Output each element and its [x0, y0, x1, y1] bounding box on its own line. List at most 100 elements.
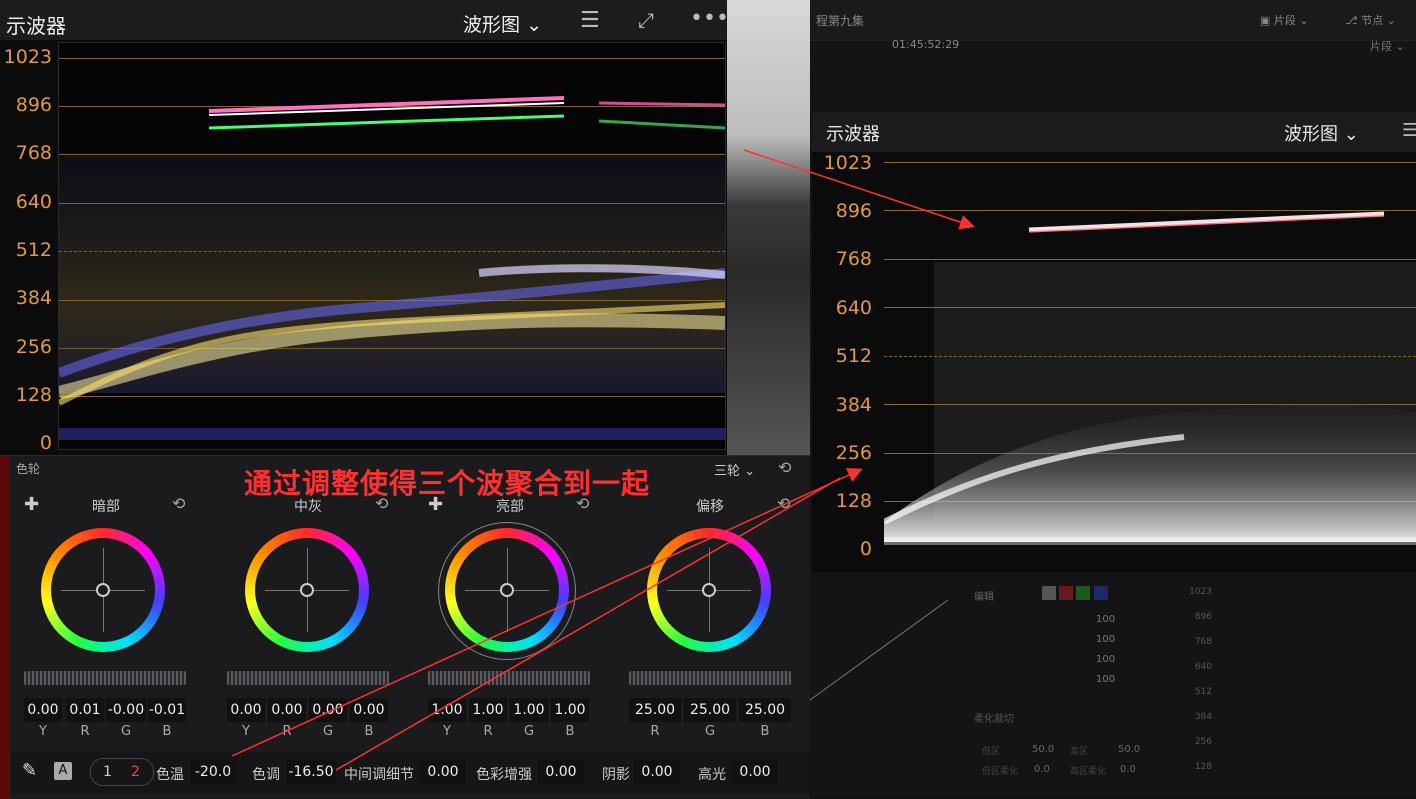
channel-value[interactable]: 100	[1096, 674, 1115, 685]
settings-sliders-icon[interactable]: ☰	[580, 8, 600, 33]
high-soft-value[interactable]: 0.0	[1120, 764, 1136, 775]
chan-label: R	[282, 724, 292, 739]
reset-icon[interactable]: ⟲	[172, 494, 185, 513]
tint-label: 色调	[252, 767, 280, 783]
color-wheel-midtones[interactable]	[245, 528, 369, 652]
soft-clip-label: 柔化裁切	[974, 714, 1014, 725]
color-wheels-panel: 色轮 三轮 ⌄ ⟲ ✚ 暗部 ⟲ 中灰 ⟲ ✚ 亮部 ⟲ 偏移 ⟲ 0.00 0…	[0, 455, 810, 799]
value-g[interactable]: 1.00	[510, 698, 548, 722]
y-tick-label: 384	[835, 394, 872, 416]
value-r[interactable]: 25.00	[629, 698, 681, 722]
node-dropdown[interactable]: ⎇ 节点 ⌄	[1345, 12, 1396, 28]
master-slider-shadows[interactable]	[24, 671, 186, 685]
tint-field[interactable]: -16.50	[286, 760, 336, 784]
eyedropper-icon[interactable]: ✎	[22, 760, 37, 781]
clip-dropdown[interactable]: ▣ 片段 ⌄	[1260, 12, 1309, 28]
midtone-detail-label: 中间调细节	[344, 767, 414, 783]
chan-label: G	[523, 724, 535, 739]
value-g[interactable]: 25.00	[684, 698, 736, 722]
y-tick-label: 256	[15, 336, 52, 358]
clip-dropdown-2[interactable]: 片段 ⌄	[1370, 38, 1405, 54]
left-scope-panel: 示波器 波形图 ⌄ ☰ ⤢ ••• 1023 896 768 640 512 3…	[0, 0, 729, 455]
right-lower-panel: 编辑 100 100 100 100 柔化裁切 低区 50.0 高区 50.0 …	[960, 580, 1416, 798]
chevron-down-icon: ⌄	[1343, 124, 1359, 145]
right-scope-title: 示波器	[826, 124, 880, 145]
y-tick-label: 384	[15, 287, 52, 309]
value-r[interactable]: 0.01	[66, 698, 104, 722]
midtone-detail-field[interactable]: 0.00	[420, 760, 466, 784]
panel-label: 色轮	[16, 462, 41, 476]
y-tick-label: 896	[15, 94, 52, 116]
value-r[interactable]: 0.00	[268, 698, 306, 722]
color-wheel-offset[interactable]	[647, 528, 771, 652]
low-label: 低区	[982, 747, 1001, 757]
shadow-label: 阴影	[602, 767, 630, 783]
chan-label: R	[650, 724, 660, 739]
channel-buttons[interactable]	[1042, 586, 1108, 603]
value-y[interactable]: 0.00	[24, 698, 62, 722]
low-soft-label: 低区柔化	[982, 767, 1019, 777]
wheel-mode-dropdown[interactable]: 三轮 ⌄	[714, 460, 755, 479]
background-photo	[727, 0, 810, 455]
y-tick-label: 896	[835, 200, 872, 222]
right-topbar: 程第九集 ▣ 片段 ⌄ ⎇ 节点 ⌄	[810, 0, 1416, 41]
chan-label: Y	[242, 724, 250, 739]
settings-sliders-icon[interactable]: ☰	[1402, 120, 1416, 141]
value-g[interactable]: 0.00	[309, 698, 347, 722]
color-boost-field[interactable]: 0.00	[538, 760, 584, 784]
value-y[interactable]: 0.00	[227, 698, 265, 722]
low-soft-value[interactable]: 0.0	[1034, 764, 1050, 775]
chan-label: R	[80, 724, 90, 739]
value-g[interactable]: -0.00	[106, 698, 146, 722]
value-b[interactable]: 1.00	[551, 698, 589, 722]
left-waveform-trace	[59, 96, 725, 440]
right-waveform-area	[884, 162, 1416, 557]
chan-label: R	[483, 724, 493, 739]
master-slider-highlights[interactable]	[428, 671, 590, 685]
right-scope-panel: 示波器 波形图 ⌄ ☰ 1023 896 768 640 512 384 256…	[812, 112, 1416, 572]
left-red-edge	[0, 456, 10, 799]
viewer-toolbar: 01:45:52:29 片段 ⌄	[880, 36, 1416, 56]
highlight-field[interactable]: 0.00	[732, 760, 778, 784]
page-1-button[interactable]: 1	[103, 759, 112, 785]
channel-value[interactable]: 100	[1096, 634, 1115, 645]
picker-icon[interactable]: ✚	[24, 494, 39, 515]
more-options-icon[interactable]: •••	[690, 6, 729, 31]
right-waveform-trace	[884, 211, 1416, 545]
master-slider-midtones[interactable]	[227, 671, 389, 685]
high-soft-label: 高区柔化	[1070, 767, 1107, 777]
page-2-button[interactable]: 2	[131, 759, 140, 785]
channel-value[interactable]: 100	[1096, 654, 1115, 665]
y-tick-label: 256	[835, 442, 872, 464]
chan-label: B	[364, 724, 374, 739]
left-waveform-area	[58, 42, 726, 450]
temp-field[interactable]: -20.0	[190, 760, 236, 784]
value-b[interactable]: 0.00	[350, 698, 388, 722]
high-value[interactable]: 50.0	[1118, 744, 1140, 755]
color-boost-label: 色彩增强	[476, 767, 532, 783]
expand-icon[interactable]: ⤢	[638, 8, 654, 32]
low-value[interactable]: 50.0	[1032, 744, 1054, 755]
y-tick-label: 0	[39, 432, 52, 454]
left-scope-mode-dropdown[interactable]: 波形图 ⌄	[463, 10, 542, 37]
color-wheel-highlights[interactable]	[445, 528, 569, 652]
master-slider-offset[interactable]	[629, 671, 791, 685]
reset-all-icon[interactable]: ⟲	[778, 458, 791, 477]
y-tick-label: 128	[835, 490, 872, 512]
y-tick-label: 512	[15, 239, 52, 261]
page-switch[interactable]: 1 2	[90, 758, 154, 786]
right-scope-mode-dropdown[interactable]: 波形图 ⌄	[1284, 120, 1359, 146]
value-r[interactable]: 1.00	[469, 698, 507, 722]
value-b[interactable]: -0.01	[148, 698, 186, 722]
value-b[interactable]: 25.00	[739, 698, 791, 722]
y-tick-label: 640	[835, 297, 872, 319]
highlight-label: 高光	[698, 767, 726, 783]
reset-icon[interactable]: ⟲	[777, 494, 790, 513]
channel-value[interactable]: 100	[1096, 614, 1115, 625]
color-wheel-shadows[interactable]	[41, 528, 165, 652]
project-title: 程第九集	[816, 14, 865, 28]
shadow-field[interactable]: 0.00	[634, 760, 680, 784]
bottom-adjustment-bar: ✎ A 1 2 色温 -20.0 色调 -16.50 中间调细节 0.00 色彩…	[10, 752, 810, 794]
value-y[interactable]: 1.00	[428, 698, 466, 722]
auto-balance-button[interactable]: A	[54, 762, 72, 780]
